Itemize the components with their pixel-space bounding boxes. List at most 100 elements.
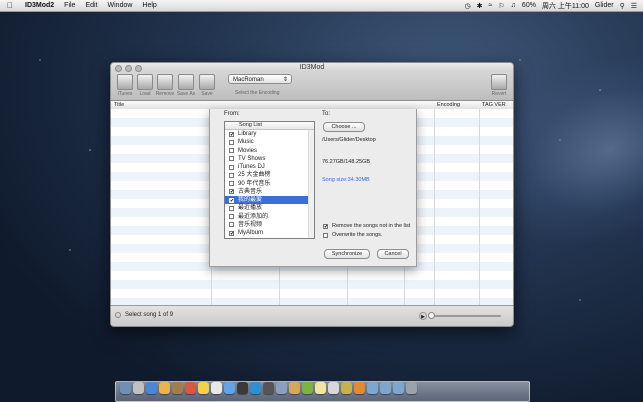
list-item[interactable]: iTunes DJ [225,163,314,171]
safari-icon[interactable] [146,382,157,394]
terminal-icon[interactable] [263,382,274,394]
checkbox[interactable] [229,172,234,178]
song-size: Song size:34.30MB [322,177,370,183]
checkbox[interactable]: ✔ [229,131,234,137]
list-item[interactable]: TV Shows [225,155,314,163]
checkbox[interactable] [229,205,234,211]
list-item[interactable]: 音乐视频 [225,221,314,229]
column-title[interactable]: Title [114,101,124,109]
list-item[interactable]: 最近添加的 [225,213,314,221]
menu-file[interactable]: File [59,2,80,9]
app-icon[interactable] [341,382,352,394]
list-item[interactable]: Music [225,138,314,146]
option-overwrite[interactable]: Overwrite the songs. [323,232,382,238]
checkbox[interactable] [229,156,234,162]
facetime-icon[interactable] [237,382,248,394]
column-tag-ver[interactable]: TAG VER [482,101,506,109]
list-item[interactable]: 25 大金曲榜 [225,171,314,179]
menu-app-name[interactable]: ID3Mod2 [20,2,59,9]
close-icon[interactable] [115,65,122,72]
list-item[interactable]: ✔ MyAlbum [225,229,314,237]
choose-button[interactable]: Choose ... [323,122,365,132]
numbers-icon[interactable] [302,382,313,394]
minimize-icon[interactable] [125,65,132,72]
messages-icon[interactable] [224,382,235,394]
checkbox[interactable] [229,139,234,145]
trash-icon[interactable] [406,382,417,394]
downloads-folder-icon[interactable] [393,382,404,394]
remove-button[interactable]: Remove [155,74,175,97]
contacts-icon[interactable] [172,382,183,394]
volume-icon[interactable]: ♫ [511,2,516,9]
calendar-icon[interactable] [185,382,196,394]
destination-path: /Users/Glider/Desktop [322,137,376,143]
notes-icon[interactable] [198,382,209,394]
list-item-label: MyAlbum [238,230,264,236]
cancel-button[interactable]: Cancel [377,249,409,259]
menu-window[interactable]: Window [103,2,138,9]
load-button[interactable]: Load [135,74,155,97]
menu-help[interactable]: Help [137,2,161,9]
remove-icon [157,74,173,90]
song-list[interactable]: Song List ✔ Library Music Movies TV Shows… [224,121,315,239]
checkbox[interactable] [229,148,234,154]
apple-icon[interactable]:  [0,1,20,10]
mail-icon[interactable] [159,382,170,394]
song-list-header: Song List [225,122,314,130]
list-item[interactable]: Movies [225,147,314,155]
checkbox[interactable] [229,181,234,187]
slider-knob[interactable] [428,312,435,319]
documents-folder-icon[interactable] [380,382,391,394]
checkbox[interactable] [229,222,234,228]
list-item[interactable]: 最近播放 [225,204,314,212]
preferences-icon[interactable] [328,382,339,394]
position-slider[interactable] [428,312,501,319]
revert-button[interactable]: Revert [489,74,509,97]
reminders-icon[interactable] [211,382,222,394]
flag-icon[interactable]: ⚐ [498,2,504,10]
checkbox[interactable] [229,214,234,220]
notification-center-icon[interactable]: ☰ [631,2,637,10]
list-item[interactable]: ✔ 古典音乐 [225,188,314,196]
option-remove[interactable]: ✔ Remove the songs not in the list [323,223,410,229]
clock[interactable]: 周六 上午11:00 [542,1,589,11]
save-as-label: Save As [176,91,196,97]
checkbox[interactable] [229,164,234,170]
preview-icon[interactable] [276,382,287,394]
list-scrollbar[interactable] [308,130,314,238]
app-icon[interactable] [354,382,365,394]
itunes-button[interactable]: iTunes [115,74,135,97]
wifi-icon[interactable]: ≈ [489,2,493,9]
list-item-label: 音乐视频 [238,221,263,228]
spotlight-icon[interactable]: ⚲ [620,2,625,10]
checkbox[interactable]: ✔ [229,197,234,203]
zoom-icon[interactable] [135,65,142,72]
finder-icon[interactable] [120,382,131,394]
save-button[interactable]: Save [197,74,217,97]
option-overwrite-label: Overwrite the songs. [332,232,383,238]
synchronize-button[interactable]: Synchronize [324,249,370,259]
overwrite-checkbox[interactable] [323,232,328,238]
menu-edit[interactable]: Edit [80,2,102,9]
itunes-dock-icon[interactable] [250,382,261,394]
pages-icon[interactable] [289,382,300,394]
time-machine-icon[interactable]: ◷ [465,2,471,10]
menubar-status-area: ◷ ✱ ≈ ⚐ ♫ 60% 周六 上午11:00 Glider ⚲ ☰ [465,1,643,11]
bluetooth-icon[interactable]: ✱ [477,2,483,10]
save-as-button[interactable]: Save As [176,74,196,97]
checkbox[interactable]: ✔ [229,230,234,236]
checkbox[interactable]: ✔ [229,189,234,195]
list-item[interactable]: ✔ Library [225,130,314,138]
list-item-selected[interactable]: ✔ 我的最爱 [225,196,314,205]
encoding-select[interactable]: MacRoman ⇕ [228,74,292,84]
applications-folder-icon[interactable] [367,382,378,394]
textedit-icon[interactable] [315,382,326,394]
battery-percent[interactable]: 60% [522,2,536,9]
play-icon[interactable]: ▶ [419,312,427,320]
list-item[interactable]: 90 年代音乐 [225,180,314,188]
remove-checkbox[interactable]: ✔ [323,223,328,229]
column-encoding[interactable]: Encoding [437,101,460,109]
launchpad-icon[interactable] [133,382,144,394]
user-name[interactable]: Glider [595,2,614,9]
itunes-icon [117,74,133,90]
